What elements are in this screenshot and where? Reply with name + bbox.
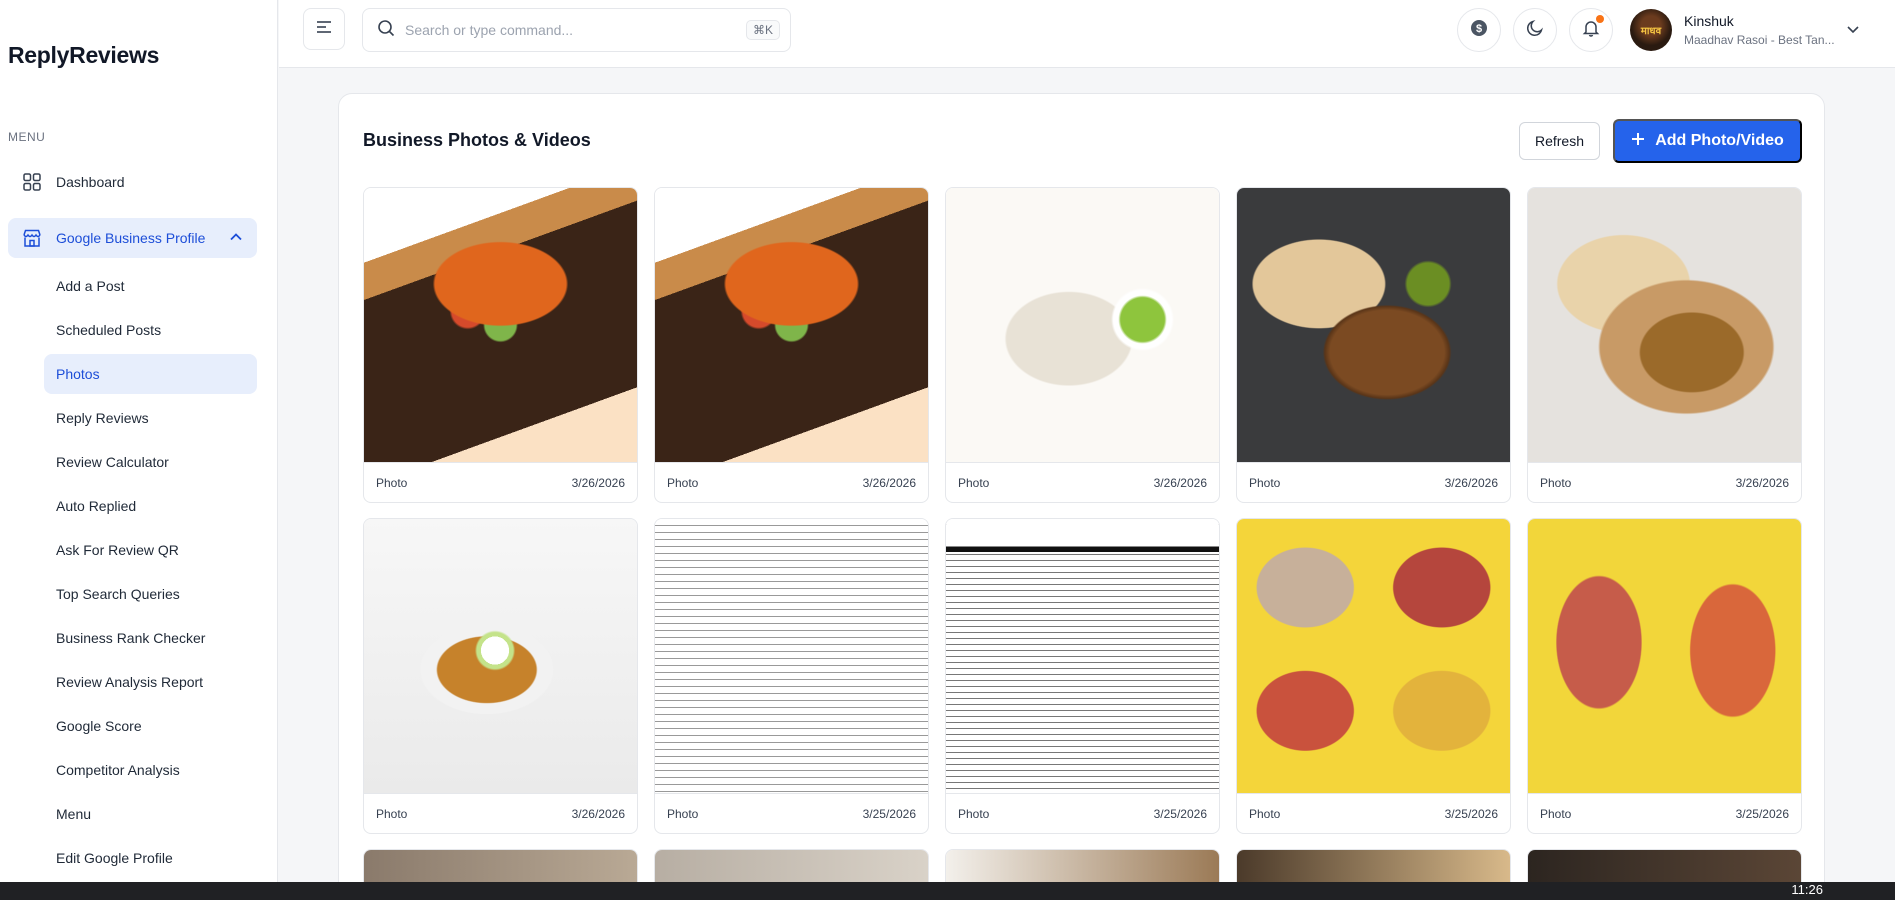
page-title: Business Photos & Videos [363,130,591,150]
photo-thumbnail[interactable] [946,519,1219,793]
photo-card[interactable]: Photo 3/25/2026 [1236,518,1511,834]
photo-date: 3/26/2026 [1153,475,1207,490]
sidebar-item-label: Dashboard [56,174,125,190]
photo-type: Photo [376,475,408,490]
dollar-icon: $ [1470,19,1488,42]
search-icon [377,19,395,42]
menu-section-label: MENU [8,130,46,144]
chevron-up-icon[interactable] [229,230,243,247]
photo-card[interactable]: Photo 3/25/2026 [1527,518,1802,834]
billing-button[interactable]: $ [1457,8,1501,52]
photo-type: Photo [958,475,990,490]
photo-thumbnail[interactable] [364,519,637,793]
photo-thumbnail[interactable] [946,188,1219,462]
notifications-button[interactable] [1569,8,1613,52]
sidebar-item-menu[interactable]: Menu [44,794,257,834]
sidebar-item-competitor-analysis[interactable]: Competitor Analysis [44,750,257,790]
photo-card[interactable]: Photo 3/26/2026 [945,187,1220,503]
sidebar-item-google-business-profile[interactable]: Google Business Profile [8,218,257,258]
sidebar-item-scheduled-posts[interactable]: Scheduled Posts [44,310,257,350]
photo-type: Photo [958,806,990,821]
photo-card[interactable]: Photo 3/26/2026 [363,518,638,834]
menu-toggle-button[interactable] [303,8,345,50]
sidebar-item-business-rank-checker[interactable]: Business Rank Checker [44,618,257,658]
photo-type: Photo [667,475,699,490]
refresh-button[interactable]: Refresh [1519,122,1600,160]
photo-date: 3/25/2026 [1444,806,1498,821]
search-bar[interactable]: ⌘K [362,8,791,52]
sidebar-item-edit-google-profile[interactable]: Edit Google Profile [44,838,257,878]
photo-type: Photo [1540,806,1572,821]
photo-date: 3/25/2026 [1153,806,1207,821]
photo-thumbnail[interactable] [1528,519,1801,793]
top-header: ⌘K $ माधव Kinshuk Maadhav Rasoi - Best T… [279,0,1895,68]
sidebar-item-auto-replied[interactable]: Auto Replied [44,486,257,526]
photo-thumbnail[interactable] [1237,188,1510,462]
photo-card[interactable]: Photo 3/25/2026 [654,518,929,834]
photo-thumbnail[interactable] [364,188,637,462]
svg-text:$: $ [1476,23,1482,35]
sidebar-item-ask-for-review-qr[interactable]: Ask For Review QR [44,530,257,570]
photo-date: 3/26/2026 [862,475,916,490]
photos-card: Business Photos & Videos Refresh Add Pho… [338,93,1825,900]
notification-badge [1596,15,1604,23]
plus-icon [1631,132,1645,151]
user-business-name: Maadhav Rasoi - Best Tan... [1684,33,1834,47]
photo-type: Photo [1249,475,1281,490]
taskbar-clock: 11:26 [1791,882,1823,897]
sidebar-item-top-search-queries[interactable]: Top Search Queries [44,574,257,614]
photo-type: Photo [1249,806,1281,821]
photo-thumbnail[interactable] [655,519,928,793]
photo-thumbnail[interactable] [1237,519,1510,793]
photo-date: 3/25/2026 [862,806,916,821]
photo-type: Photo [1540,475,1572,490]
theme-toggle-button[interactable] [1513,8,1557,52]
user-name[interactable]: Kinshuk [1684,13,1734,29]
sidebar-item-add-a-post[interactable]: Add a Post [44,266,257,306]
sidebar-item-photos[interactable]: Photos [44,354,257,394]
os-taskbar [0,882,1895,900]
photo-card[interactable]: Photo 3/25/2026 [945,518,1220,834]
photo-date: 3/26/2026 [1735,475,1789,490]
photo-card[interactable]: Photo 3/26/2026 [363,187,638,503]
sidebar-item-review-analysis-report[interactable]: Review Analysis Report [44,662,257,702]
photo-card[interactable]: Photo 3/26/2026 [1527,187,1802,503]
photo-thumbnail[interactable] [655,188,928,462]
photo-thumbnail[interactable] [1528,188,1801,462]
avatar[interactable]: माधव [1630,9,1672,51]
sidebar-item-google-score[interactable]: Google Score [44,706,257,746]
grid-icon [22,172,42,192]
sidebar-item-dashboard[interactable]: Dashboard [8,162,257,202]
photo-card[interactable]: Photo 3/26/2026 [654,187,929,503]
chevron-down-icon[interactable] [1846,22,1860,41]
moon-icon [1526,19,1544,42]
brand-logo[interactable]: ReplyReviews [8,42,159,69]
add-photo-video-button[interactable]: Add Photo/Video [1613,119,1802,163]
photo-card[interactable]: Photo 3/26/2026 [1236,187,1511,503]
shortcut-badge: ⌘K [745,20,780,40]
sidebar: ReplyReviews MENU Dashboard Google Busin… [0,0,278,882]
sidebar-item-reply-reviews[interactable]: Reply Reviews [44,398,257,438]
store-icon [22,228,42,248]
photo-date: 3/25/2026 [1735,806,1789,821]
photo-date: 3/26/2026 [571,475,625,490]
photo-date: 3/26/2026 [1444,475,1498,490]
photo-type: Photo [667,806,699,821]
photo-type: Photo [376,806,408,821]
search-input[interactable] [405,22,725,38]
photo-date: 3/26/2026 [571,806,625,821]
add-button-label: Add Photo/Video [1655,132,1784,149]
sidebar-item-label: Google Business Profile [56,230,206,246]
menu-icon [316,20,332,39]
sidebar-item-review-calculator[interactable]: Review Calculator [44,442,257,482]
